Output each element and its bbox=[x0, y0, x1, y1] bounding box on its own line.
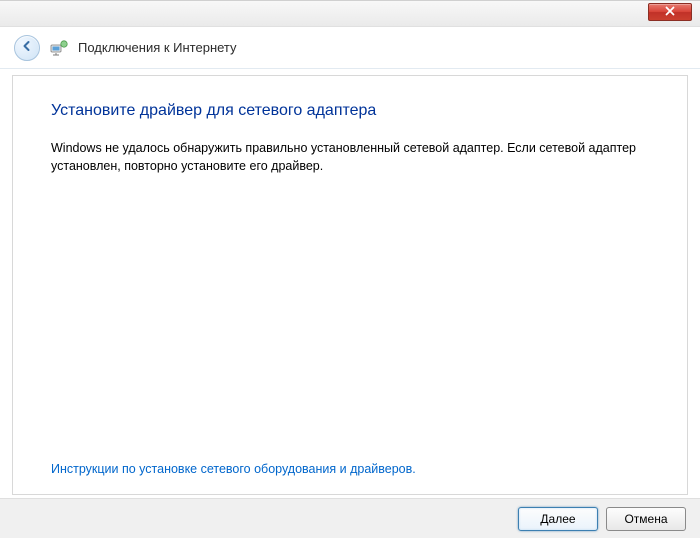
next-button[interactable]: Далее bbox=[518, 507, 598, 531]
content-wrap: Установите драйвер для сетевого адаптера… bbox=[0, 69, 700, 495]
back-arrow-icon bbox=[21, 40, 33, 55]
wizard-footer: Далее Отмена bbox=[0, 498, 700, 538]
wizard-title: Подключения к Интернету bbox=[78, 40, 237, 55]
cancel-button[interactable]: Отмена bbox=[606, 507, 686, 531]
page-heading: Установите драйвер для сетевого адаптера bbox=[51, 102, 649, 120]
wizard-header: Подключения к Интернету bbox=[0, 27, 700, 69]
network-wizard-icon bbox=[50, 39, 68, 57]
titlebar bbox=[0, 1, 700, 27]
body-text: Windows не удалось обнаружить правильно … bbox=[51, 140, 649, 175]
close-icon bbox=[665, 5, 675, 19]
back-button[interactable] bbox=[14, 35, 40, 61]
close-button[interactable] bbox=[648, 3, 692, 21]
instructions-link[interactable]: Инструкции по установке сетевого оборудо… bbox=[51, 462, 416, 476]
content-panel: Установите драйвер для сетевого адаптера… bbox=[12, 75, 688, 495]
wizard-window: Подключения к Интернету Установите драйв… bbox=[0, 0, 700, 538]
